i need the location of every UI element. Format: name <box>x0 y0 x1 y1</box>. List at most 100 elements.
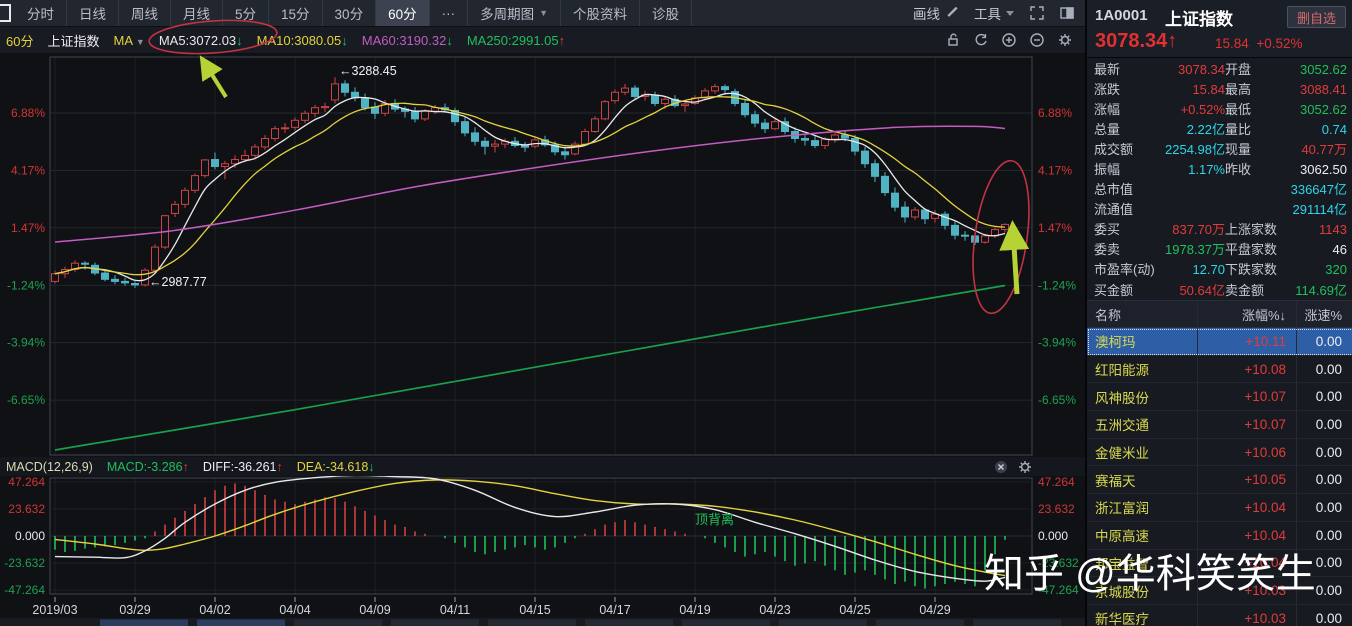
caret-icon <box>1005 8 1015 18</box>
stock-name-cell: 红阳能源 <box>1087 356 1198 383</box>
svg-text:04/17: 04/17 <box>599 603 630 617</box>
chevron-down-icon: ▼ <box>539 8 548 18</box>
tab-30分[interactable]: 30分 <box>323 0 377 26</box>
app-root: 分时日线周线月线5分15分30分60分···多周期图▼个股资料诊股 画线工具 6… <box>0 0 1352 626</box>
price-change: 15.84 +0.52% <box>1215 36 1302 51</box>
ranking-row-赛福天[interactable]: 赛福天+10.050.00 <box>1087 466 1352 494</box>
ranking-row-五洲交通[interactable]: 五洲交通+10.070.00 <box>1087 411 1352 439</box>
pct-change-cell: +10.03 <box>1198 577 1297 604</box>
svg-text:-47.264: -47.264 <box>4 583 45 597</box>
quote-label: 涨幅 <box>1094 99 1120 118</box>
ranking-row-浙江富润[interactable]: 浙江富润+10.040.00 <box>1087 494 1352 522</box>
svg-text:-3.94%: -3.94% <box>7 336 45 350</box>
quote-value: 3052.62 <box>1300 102 1347 117</box>
zoomout-icon[interactable] <box>1029 32 1045 48</box>
tab-诊股[interactable]: 诊股 <box>640 0 692 26</box>
ranking-row-金健米业[interactable]: 金健米业+10.060.00 <box>1087 439 1352 467</box>
macd-close-icon[interactable] <box>993 459 1009 475</box>
svg-text:23.632: 23.632 <box>8 502 45 516</box>
speed-cell: 0.00 <box>1297 445 1352 460</box>
quote-label: 平盘家数 <box>1225 239 1277 258</box>
quote-grid: 最新3078.34开盘3052.62涨跌15.84最高3088.41涨幅+0.5… <box>1087 58 1352 299</box>
macd-settings-icon[interactable] <box>1017 459 1033 475</box>
ranking-row-新华医疗[interactable]: 新华医疗+10.030.00 <box>1087 605 1352 626</box>
quote-label: 振幅 <box>1094 159 1120 178</box>
gear-icon[interactable] <box>1057 32 1073 48</box>
quote-row: 委买837.70万上涨家数1143 <box>1087 219 1352 239</box>
expand-icon[interactable] <box>1029 5 1045 21</box>
tool-画线[interactable]: 画线 <box>913 3 960 23</box>
quote-label: 市盈率(动) <box>1094 259 1155 278</box>
tab-个股资料[interactable]: 个股资料 <box>561 0 640 26</box>
svg-text:03/29: 03/29 <box>119 603 150 617</box>
stock-name-cell: 五洲交通 <box>1087 411 1198 438</box>
speed-cell: 0.00 <box>1297 500 1352 515</box>
quote-row: 总量2.22亿量比0.74 <box>1087 118 1352 138</box>
speed-cell: 0.00 <box>1297 611 1352 626</box>
tab-15分[interactable]: 15分 <box>269 0 323 26</box>
tab-5分[interactable]: 5分 <box>223 0 269 26</box>
quote-panel-header: 1A0001 上证指数 删自选 3078.34↑ 15.84 +0.52% <box>1087 0 1352 58</box>
stock-code: 1A0001 <box>1095 7 1148 24</box>
stock-name-cell: 赛福天 <box>1087 466 1198 493</box>
tab-日线[interactable]: 日线 <box>67 0 119 26</box>
layout-icon[interactable] <box>1059 5 1075 21</box>
svg-text:23.632: 23.632 <box>1038 502 1075 516</box>
tab-分时[interactable]: 分时 <box>15 0 67 26</box>
ranking-row-澳柯玛[interactable]: 澳柯玛+10.110.00 <box>1087 328 1352 356</box>
quote-label: 总市值 <box>1094 179 1133 198</box>
quote-value: 12.70 <box>1192 262 1225 277</box>
pct-change-cell: +10.11 <box>1198 328 1297 355</box>
window-edge-icon <box>0 4 11 22</box>
svg-text:4.17%: 4.17% <box>11 164 45 178</box>
pct-change-cell: +10.04 <box>1198 522 1297 549</box>
ma-legend-items: MA5:3072.03↓MA10:3080.05↓MA60:3190.32↓MA… <box>145 33 565 48</box>
quote-row: 流通值291114亿 <box>1087 199 1352 219</box>
quote-value: 2254.98亿 <box>1165 139 1225 158</box>
ranking-row-邦宝益智[interactable]: 邦宝益智+10.040.00 <box>1087 550 1352 578</box>
lock-icon[interactable] <box>945 32 961 48</box>
macd-legend-items: MACD(12,26,9)MACD:-3.286↑DIFF:-36.261↑DE… <box>6 460 375 474</box>
svg-text:04/25: 04/25 <box>839 603 870 617</box>
quote-label: 下跌家数 <box>1225 259 1277 278</box>
tab-60分[interactable]: 60分 <box>376 0 430 26</box>
quote-label: 开盘 <box>1225 59 1251 78</box>
main-chart[interactable]: 6.88%6.88%4.17%4.17%1.47%1.47%-1.24%-1.2… <box>0 54 1085 626</box>
period-tabs: 分时日线周线月线5分15分30分60分···多周期图▼个股资料诊股 <box>15 0 692 26</box>
ranking-row-红阳能源[interactable]: 红阳能源+10.080.00 <box>1087 356 1352 384</box>
quote-label: 成交额 <box>1094 139 1133 158</box>
refresh-icon[interactable] <box>973 32 989 48</box>
tab-多周期图[interactable]: 多周期图▼ <box>468 0 561 26</box>
ranking-row-京城股份[interactable]: 京城股份+10.030.00 <box>1087 577 1352 605</box>
tab-周线[interactable]: 周线 <box>119 0 171 26</box>
svg-text:04/04: 04/04 <box>279 603 310 617</box>
ma-selector[interactable]: MA ▼ <box>113 33 144 48</box>
ranking-row-中原高速[interactable]: 中原高速+10.040.00 <box>1087 522 1352 550</box>
legend-bar: 60分 上证指数 MA ▼ MA5:3072.03↓MA10:3080.05↓M… <box>0 27 1085 54</box>
quote-value: 50.64亿 <box>1179 280 1225 299</box>
tab-···[interactable]: ··· <box>430 0 469 26</box>
ranking-body: 澳柯玛+10.110.00红阳能源+10.080.00风神股份+10.070.0… <box>1087 328 1352 626</box>
stock-name-cell: 风神股份 <box>1087 383 1198 410</box>
tab-月线[interactable]: 月线 <box>171 0 223 26</box>
ranking-row-风神股份[interactable]: 风神股份+10.070.00 <box>1087 383 1352 411</box>
quote-label: 现量 <box>1225 139 1251 158</box>
quote-row: 振幅1.17%昨收3062.50 <box>1087 158 1352 178</box>
tool-工具[interactable]: 工具 <box>974 3 1015 23</box>
legend-index-name: 上证指数 <box>47 31 99 50</box>
ranking-header-1[interactable]: 涨幅%↓ <box>1198 301 1297 327</box>
stock-name-cell: 新华医疗 <box>1087 605 1198 626</box>
quote-label: 最新 <box>1094 59 1120 78</box>
pct-change-cell: +10.07 <box>1198 411 1297 438</box>
zoomin-icon[interactable] <box>1001 32 1017 48</box>
svg-text:47.264: 47.264 <box>1038 475 1075 489</box>
delete-watchlist-button[interactable]: 删自选 <box>1287 6 1346 28</box>
ranking-header-0[interactable]: 名称 <box>1087 301 1198 327</box>
svg-text:-6.65%: -6.65% <box>1038 393 1076 407</box>
quote-value: 837.70万 <box>1172 219 1225 238</box>
ranking-header-2[interactable]: 涨速% <box>1297 305 1352 324</box>
quote-label: 最低 <box>1225 99 1251 118</box>
svg-text:2019/03: 2019/03 <box>32 603 77 617</box>
quote-row: 成交额2254.98亿现量40.77万 <box>1087 138 1352 158</box>
stock-name-cell: 浙江富润 <box>1087 494 1198 521</box>
